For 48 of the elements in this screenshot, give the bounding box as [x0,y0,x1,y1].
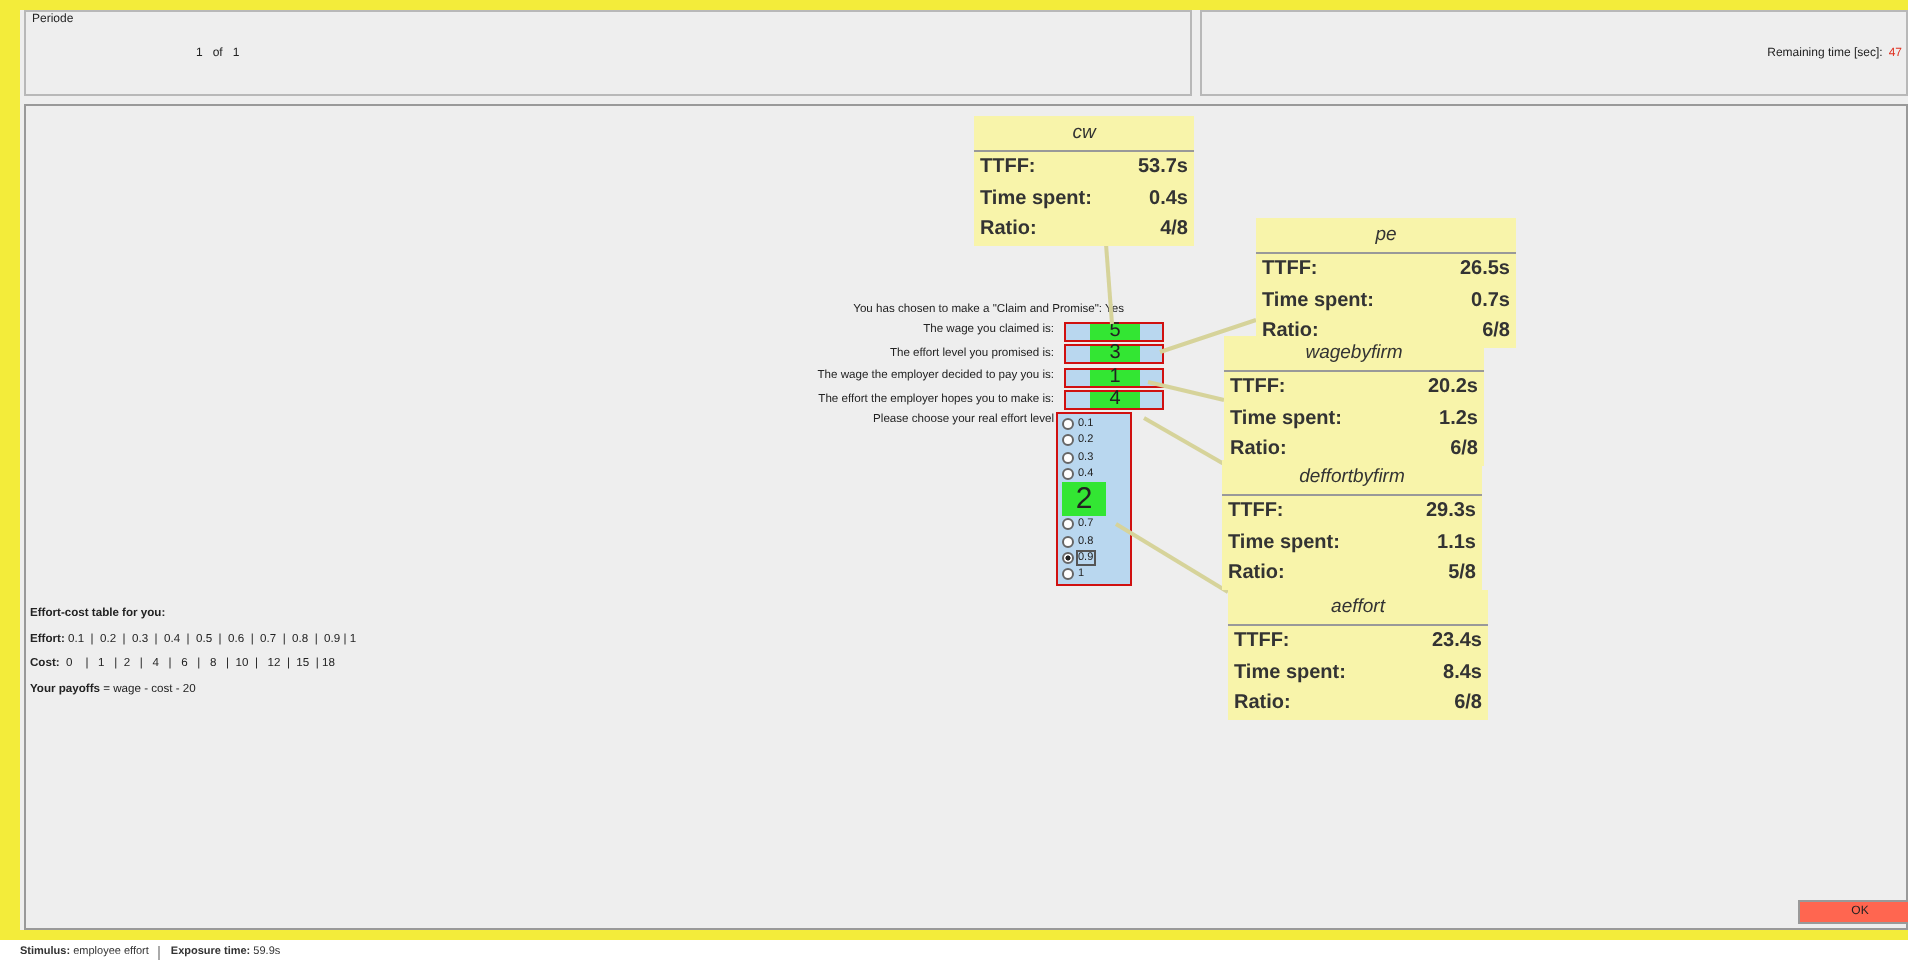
stat-label: TTFF: [1230,374,1286,402]
card-title: aeffort [1331,596,1385,618]
stat-label: Ratio: [1262,318,1319,344]
stat-label: Time spent: [1262,287,1374,315]
stat-label: Time spent: [1228,529,1340,557]
stat-label: TTFF: [980,154,1036,182]
stat-value: 1.2s [1439,405,1478,433]
stat-label: Time spent: [980,185,1092,213]
leader-line [1114,522,1230,594]
leader-line [1159,318,1257,354]
stat-value: 6/8 [1454,690,1482,718]
stat-value: 0.4s [1149,185,1188,213]
leader-line [1143,416,1225,466]
stat-value: 23.4s [1431,628,1482,656]
stat-value: 0.7s [1471,287,1510,315]
stat-value: 20.2s [1427,374,1478,402]
card-title: wagebyfirm [1305,342,1403,364]
stat-value: 8.4s [1443,659,1482,687]
stat-value: 29.3s [1425,498,1476,526]
stat-label: Ratio: [1230,436,1287,464]
stat-label: TTFF: [1234,628,1290,656]
stat-value: 5/8 [1448,560,1476,588]
card-title: pe [1375,224,1397,246]
aoi-marker: 1 [1090,369,1140,386]
input-field[interactable]: 3 [1064,344,1164,365]
input-field[interactable]: 5 [1064,321,1164,342]
card-title: cw [1072,122,1096,144]
aoi-marker: 4 [1090,392,1140,409]
stat-label: Ratio: [1228,560,1285,588]
stat-value: 26.5s [1459,256,1510,284]
aoi-marker: 5 [1090,323,1140,340]
input-field[interactable]: 4 [1064,390,1164,411]
stat-label: Time spent: [1234,659,1346,687]
stat-value: 1.1s [1437,529,1476,557]
stat-label: TTFF: [1262,256,1318,284]
stat-value: 6/8 [1482,318,1510,346]
aoi-marker: 3 [1090,346,1140,363]
stat-value: 6/8 [1450,436,1478,464]
stat-value: 4/8 [1160,216,1188,244]
stat-label: TTFF: [1228,498,1284,526]
input-field[interactable]: 1 [1064,367,1164,388]
card-title: deffortbyfirm [1299,466,1405,488]
stat-label: Ratio: [980,216,1037,244]
leader-line [1147,380,1225,402]
aoi-marker: 2 [1062,482,1106,517]
stat-value: 53.7s [1137,154,1188,182]
stat-label: Ratio: [1234,690,1291,718]
stat-label: Time spent: [1230,405,1342,433]
